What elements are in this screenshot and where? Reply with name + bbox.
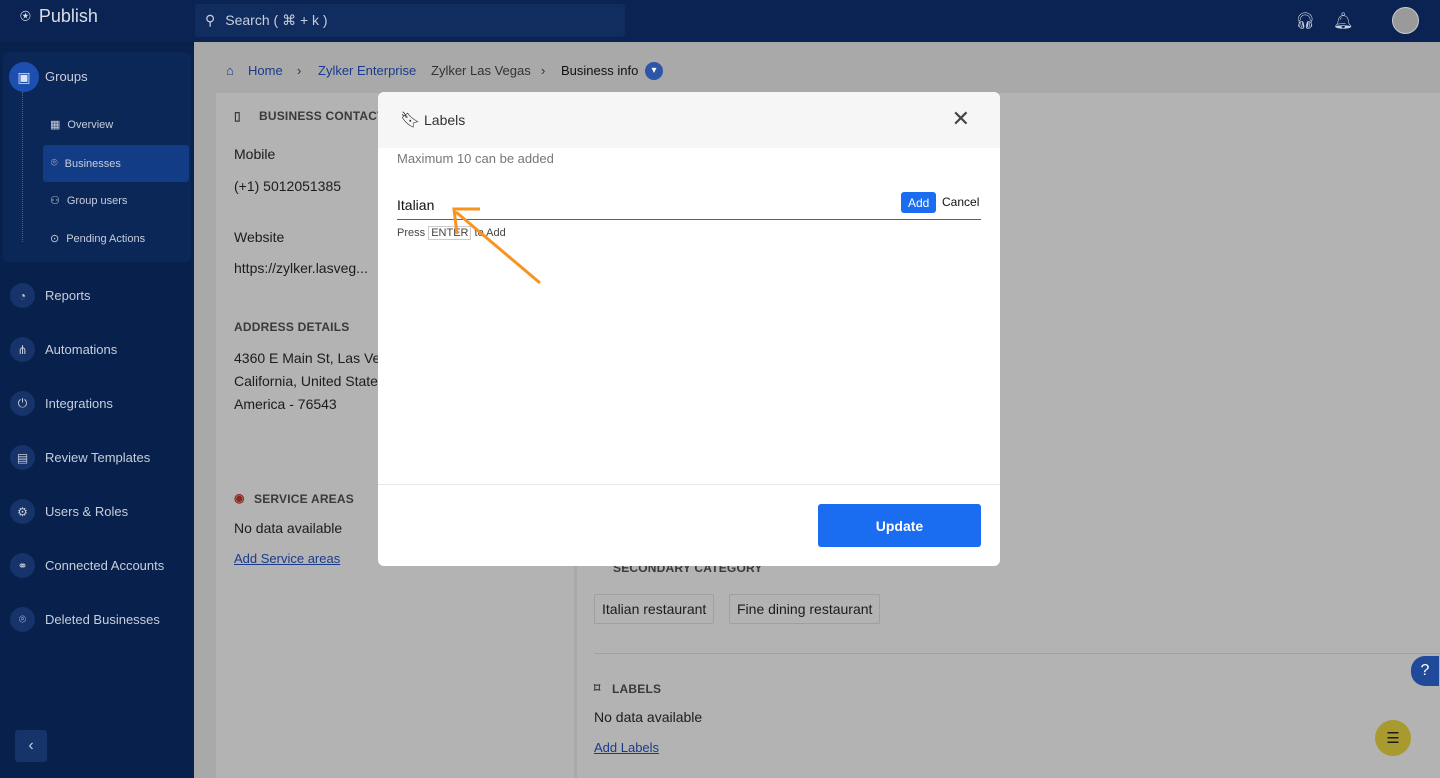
sidebar-item-automations[interactable]: ⋔ Automations	[10, 337, 117, 362]
top-bar: ⍟ Publish ⚲ Search ( ⌘ + k ) 🎧︎ 🔔︎	[0, 0, 1440, 42]
category-chip: Fine dining restaurant	[729, 594, 881, 624]
website-label: Website	[234, 229, 285, 245]
sidebar-item-businesses[interactable]: ⌾ Businesses	[43, 145, 189, 182]
label: Connected Accounts	[45, 558, 165, 573]
search-icon: ⚲	[205, 12, 216, 28]
connected-accounts-icon: ⚭	[10, 553, 35, 578]
headset-icon[interactable]: 🎧︎	[1295, 11, 1315, 31]
chevron-right-icon: ›	[297, 63, 302, 78]
mobile-label: Mobile	[234, 146, 276, 162]
labels-modal: 🔖︎ Labels ✕ Maximum 10 can be added Add …	[378, 92, 1000, 566]
modal-title: Labels	[424, 112, 466, 128]
category-chip: Italian restaurant	[594, 594, 715, 624]
sidebar-item-connected-accounts[interactable]: ⚭ Connected Accounts	[10, 553, 164, 578]
max-labels-hint: Maximum 10 can be added	[397, 151, 554, 166]
label: Users & Roles	[45, 504, 129, 519]
location-star-icon: ⍟	[20, 6, 31, 26]
pending-icon: ⊙	[50, 233, 60, 245]
location-pin-icon: ⌾	[51, 157, 58, 169]
bell-icon[interactable]: 🔔︎	[1333, 11, 1353, 31]
overview-icon: ▦	[50, 119, 61, 131]
checklist-button[interactable]: ☰	[1375, 720, 1411, 756]
section-heading: ADDRESS DETAILS	[234, 320, 350, 334]
help-button[interactable]: ?	[1411, 656, 1439, 686]
empty-text: No data available	[234, 520, 343, 536]
add-button[interactable]: Add	[901, 192, 937, 213]
chevron-right-icon: ›	[541, 63, 546, 78]
sidebar-item-groups[interactable]: Groups	[45, 69, 88, 84]
label: Deleted Businesses	[45, 612, 160, 627]
breadcrumb-enterprise[interactable]: Zylker Enterprise	[318, 63, 416, 78]
sidebar-item-integrations[interactable]: ⏻ Integrations	[10, 391, 113, 416]
sidebar-item-review-templates[interactable]: ▤ Review Templates	[10, 445, 150, 470]
app-name: Publish	[38, 6, 98, 26]
close-icon[interactable]: ✕	[952, 106, 970, 132]
search-placeholder: Search ( ⌘ + k )	[225, 12, 328, 28]
breadcrumb-location[interactable]: Zylker Las Vegas	[431, 63, 531, 78]
address-line: 4360 E Main St, Las Veg	[234, 350, 389, 366]
bookmark-icon: ⌑	[594, 681, 601, 695]
address-line: America - 76543	[234, 396, 337, 412]
cancel-button[interactable]: Cancel	[942, 195, 979, 209]
automation-icon: ⋔	[10, 337, 35, 362]
add-service-areas-link[interactable]: Add Service areas	[234, 551, 340, 566]
section-heading: SERVICE AREAS	[254, 492, 354, 506]
sidebar-item-pending-actions[interactable]: ⊙ Pending Actions	[50, 232, 146, 246]
gear-icon: ⚙	[10, 499, 35, 524]
tree-line	[22, 92, 23, 242]
sidebar-item-group-users[interactable]: ⚇ Group users	[50, 194, 128, 208]
checklist-icon: ☰	[1386, 730, 1400, 747]
folder-location-icon: ▣	[9, 62, 39, 92]
modal-header: 🔖︎ Labels ✕	[378, 92, 1000, 148]
label: Group users	[66, 194, 128, 207]
sidebar-item-deleted-businesses[interactable]: ⌾ Deleted Businesses	[10, 607, 160, 632]
pie-chart-icon: ◔	[10, 283, 35, 308]
chevron-left-icon: ‹	[28, 737, 34, 754]
address-line: California, United State	[234, 373, 378, 389]
section-heading: LABELS	[612, 682, 662, 696]
label: Pending Actions	[66, 232, 146, 245]
contact-card-icon: ▯	[234, 109, 241, 123]
search-input[interactable]: ⚲ Search ( ⌘ + k )	[195, 4, 625, 37]
mobile-value: (+1) 5012051385	[234, 178, 342, 194]
sidebar-item-overview[interactable]: ▦ Overview	[50, 118, 114, 132]
orange-arrow-annotation	[452, 207, 541, 285]
hint-text: Press	[397, 227, 426, 239]
sidebar: ▣ Groups ▦ Overview ⌾ Businesses ⚇ Group us…	[0, 42, 194, 778]
avatar[interactable]	[1392, 7, 1419, 34]
section-heading: BUSINESS CONTACT	[259, 109, 385, 123]
modal-footer-divider	[378, 484, 1000, 485]
label: Review Templates	[45, 450, 151, 465]
sidebar-item-users-roles[interactable]: ⚙ Users & Roles	[10, 499, 128, 524]
home-icon: ⌂	[226, 63, 234, 78]
location-pin-icon: ⌾	[10, 607, 35, 632]
breadcrumb-home[interactable]: Home	[248, 63, 283, 78]
website-value[interactable]: https://zylker.lasveg...	[234, 260, 368, 276]
divider	[594, 653, 1440, 654]
users-icon: ⚇	[50, 195, 60, 207]
add-labels-link[interactable]: Add Labels	[594, 740, 659, 755]
collapse-sidebar-button[interactable]: ‹	[15, 730, 47, 762]
question-icon: ?	[1420, 662, 1430, 679]
bookmark-icon: 🔖︎	[400, 112, 421, 129]
empty-text: No data available	[594, 709, 703, 725]
app-logo[interactable]: ⍟ Publish	[20, 6, 98, 27]
chevron-down-icon[interactable]: ▾	[645, 62, 663, 80]
breadcrumb-current: Business info	[561, 63, 639, 78]
label: Businesses	[64, 157, 121, 170]
template-icon: ▤	[10, 445, 35, 470]
groups-section: ▣ Groups ▦ Overview ⌾ Businesses ⚇ Group us…	[3, 52, 191, 262]
label: Automations	[45, 342, 118, 357]
service-area-icon: ◉	[234, 491, 245, 505]
label: Overview	[67, 118, 114, 131]
update-button[interactable]: Update	[818, 504, 981, 547]
label: Reports	[45, 288, 91, 303]
plug-icon: ⏻	[10, 391, 35, 416]
label: Integrations	[45, 396, 113, 411]
sidebar-item-reports[interactable]: ◔ Reports	[10, 283, 91, 308]
